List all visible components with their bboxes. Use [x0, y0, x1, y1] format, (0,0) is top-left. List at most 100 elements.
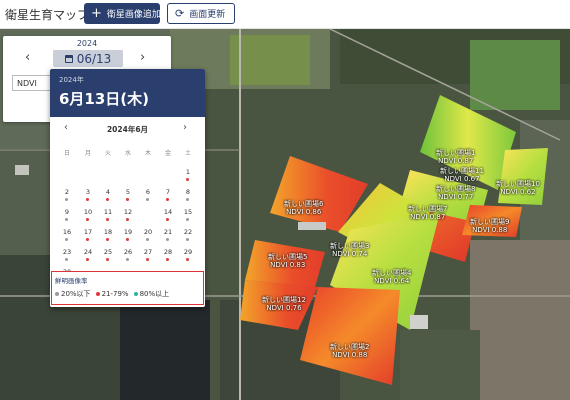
calendar-day[interactable]: 4: [98, 187, 118, 201]
calendar-day[interactable]: 14: [158, 207, 178, 221]
calendar-day-number: 28: [163, 248, 173, 256]
calendar-day[interactable]: 20: [138, 227, 158, 241]
clear-rate-dot: [106, 258, 109, 261]
calendar-day-number: 13: [143, 208, 153, 216]
calendar-day-number: 3: [85, 188, 91, 196]
calendar-day[interactable]: 6: [138, 187, 158, 201]
field-label-2[interactable]: 新しい圃場2 NDVI 0.88: [330, 343, 369, 359]
calendar-day-number: 21: [163, 228, 173, 236]
calendar-day[interactable]: 21: [158, 227, 178, 241]
calendar-day-number: 7: [165, 188, 171, 196]
next-date-icon[interactable]: ›: [140, 50, 145, 65]
calendar-day[interactable]: 15: [178, 207, 198, 221]
calendar-day[interactable]: 2: [57, 187, 77, 201]
calendar-day[interactable]: 17: [78, 227, 98, 241]
field-label-1[interactable]: 新しい圃場1 NDVI 0.87: [436, 149, 475, 165]
calendar-day[interactable]: 22: [178, 227, 198, 241]
legend-item-high: 80%以上: [133, 289, 169, 299]
clear-rate-dot: [65, 218, 68, 221]
legend-item-mid: 21-79%: [95, 289, 129, 299]
field-label-4[interactable]: 新しい圃場4 NDVI 0.64: [372, 269, 411, 285]
add-satellite-image-label: 衛星画像追加: [106, 10, 161, 20]
calendar-day[interactable]: 25: [98, 247, 118, 261]
weekday-header: 金: [164, 150, 171, 157]
calendar-day[interactable]: 3: [78, 187, 98, 201]
legend-items: 20%以下 21-79% 80%以上: [55, 289, 169, 299]
date-navigator: ‹ 06/13 ›: [3, 50, 171, 68]
field-label-3[interactable]: 新しい圃場3 NDVI 0.74: [330, 242, 369, 258]
calendar-day-number: 1: [185, 168, 191, 176]
calendar-day[interactable]: 1: [178, 167, 198, 181]
clear-rate-dot: [186, 258, 189, 261]
date-picker-toggle[interactable]: 06/13: [53, 50, 123, 67]
calendar-day[interactable]: 13: [138, 204, 158, 221]
clear-rate-dot: [186, 238, 189, 241]
legend-dot-teal: [133, 292, 138, 296]
picker-selected-date: 6月13日(木): [59, 90, 150, 108]
clear-rate-dot: [166, 218, 169, 221]
legend-dot-red: [95, 292, 100, 296]
calendar-day[interactable]: 24: [78, 247, 98, 261]
next-month-icon[interactable]: ›: [183, 122, 187, 133]
calendar-day-number: 27: [143, 248, 153, 256]
calendar-day[interactable]: 9: [57, 207, 77, 221]
calendar-icon: [64, 54, 73, 63]
refresh-icon: ⟳: [175, 7, 185, 20]
calendar-day[interactable]: 10: [78, 207, 98, 221]
calendar-day-number: 24: [83, 248, 93, 256]
calendar-day[interactable]: 16: [57, 227, 77, 241]
legend-item-low: 20%以下: [55, 289, 91, 299]
calendar-day[interactable]: 26: [118, 247, 138, 261]
field-label-9[interactable]: 新しい圃場9 NDVI 0.88: [470, 218, 509, 234]
field-label-11[interactable]: 新しい圃場11 NDVI 0.67: [440, 167, 484, 183]
field-label-12[interactable]: 新しい圃場12 NDVI 0.76: [262, 296, 306, 312]
weekday-header: 水: [124, 150, 131, 157]
calendar-day[interactable]: 5: [118, 187, 138, 201]
clear-rate-dot: [86, 238, 89, 241]
calendar-day[interactable]: 27: [138, 247, 158, 261]
calendar-day-number: 5: [125, 188, 131, 196]
calendar-day[interactable]: 7: [158, 187, 178, 201]
clear-rate-dot: [146, 238, 149, 241]
clear-rate-dot: [126, 218, 129, 221]
clear-rate-dot: [106, 218, 109, 221]
calendar-day[interactable]: 12: [118, 207, 138, 221]
current-date: 06/13: [76, 51, 112, 66]
add-satellite-image-button[interactable]: + 衛星画像追加: [84, 3, 161, 24]
calendar-day-number: 14: [163, 208, 173, 216]
calendar-day-number: 19: [123, 228, 133, 236]
previous-date-icon[interactable]: ‹: [25, 50, 30, 65]
picker-header: 2024年 6月13日(木): [50, 69, 205, 117]
calendar-day-number: 20: [143, 228, 153, 236]
calendar-day-number: 9: [64, 208, 70, 216]
clear-rate-dot: [166, 238, 169, 241]
refresh-screen-label: 画面更新: [189, 10, 226, 20]
legend-title: 鮮明画像率: [55, 277, 88, 285]
field-label-10[interactable]: 新しい圃場10 NDVI 0.62: [496, 180, 540, 196]
picker-year[interactable]: 2024年: [59, 75, 84, 85]
clear-rate-dot: [86, 258, 89, 261]
field-label-7[interactable]: 新しい圃場7 NDVI 0.87: [408, 205, 447, 221]
app-title: 衛星生育マップ: [5, 8, 90, 22]
clear-rate-dot: [126, 258, 129, 261]
calendar-day[interactable]: 18: [98, 227, 118, 241]
calendar-day[interactable]: 8: [178, 187, 198, 201]
refresh-screen-button[interactable]: ⟳ 画面更新: [167, 3, 235, 24]
calendar-day-number: 29: [183, 248, 193, 256]
calendar-day[interactable]: 28: [158, 247, 178, 261]
field-label-6[interactable]: 新しい圃場6 NDVI 0.86: [284, 200, 323, 216]
calendar-day[interactable]: 11: [98, 207, 118, 221]
calendar-day-number: 16: [62, 228, 72, 236]
calendar-day[interactable]: 19: [118, 227, 138, 241]
weekday-header: 火: [104, 150, 111, 157]
calendar-day-number: 4: [105, 188, 111, 196]
weekday-header: 日: [63, 150, 70, 157]
calendar-day-number: 15: [183, 208, 193, 216]
calendar-day[interactable]: 29: [178, 247, 198, 261]
field-label-8[interactable]: 新しい圃場8 NDVI 0.77: [436, 185, 475, 201]
weekday-header: 月: [84, 150, 91, 157]
calendar-day[interactable]: 23: [57, 247, 77, 261]
clear-rate-dot: [186, 178, 189, 181]
field-label-5[interactable]: 新しい圃場5 NDVI 0.83: [268, 253, 307, 269]
clear-rate-dot: [166, 198, 169, 201]
